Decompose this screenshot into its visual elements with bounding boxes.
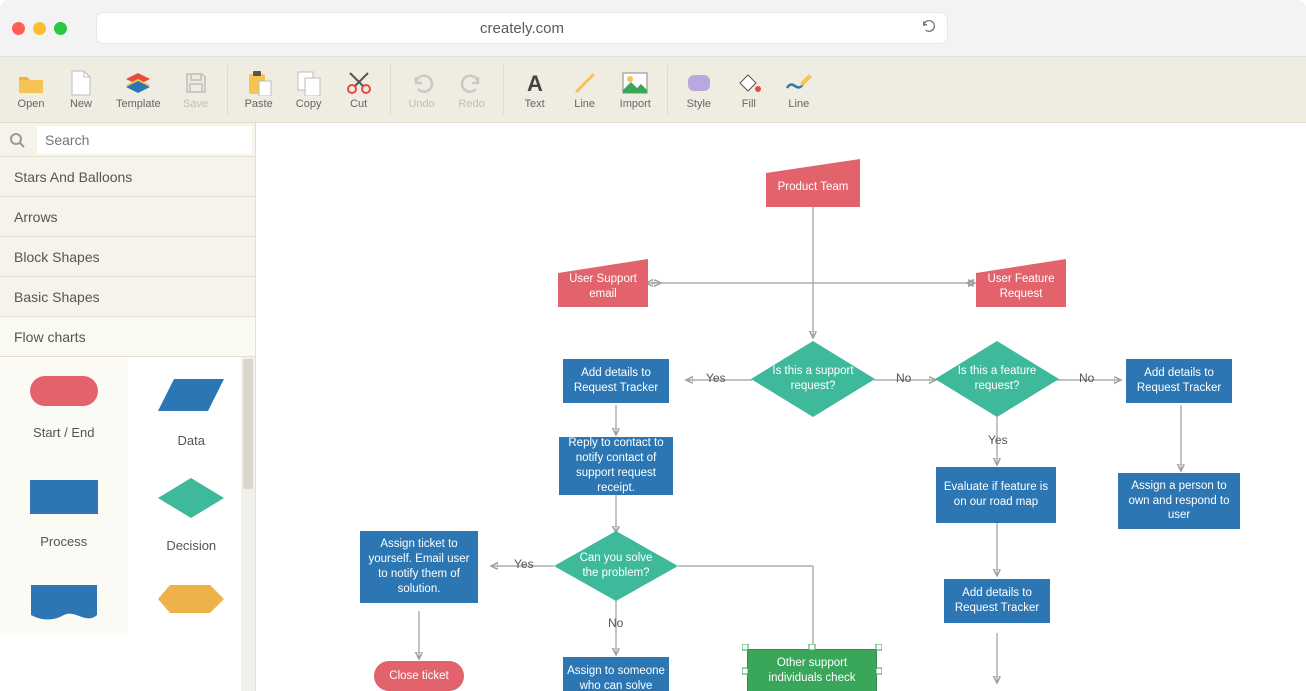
pencil-icon xyxy=(785,68,813,98)
diagram-canvas[interactable]: Product Team User Support email User Fea… xyxy=(256,123,1306,691)
toolbar-separator xyxy=(227,65,228,115)
node-assign-person[interactable]: Assign a person to own and respond to us… xyxy=(1118,473,1240,529)
node-is-support[interactable]: Is this a support request? xyxy=(751,341,875,417)
category-arrows[interactable]: Arrows xyxy=(0,197,255,237)
paste-icon xyxy=(246,68,272,98)
shape-decision[interactable]: Decision xyxy=(128,458,256,563)
copy-button[interactable]: Copy xyxy=(284,64,334,116)
category-stars[interactable]: Stars And Balloons xyxy=(0,157,255,197)
template-button[interactable]: Template xyxy=(106,64,171,116)
node-eval-feature[interactable]: Evaluate if feature is on our road map xyxy=(936,467,1056,523)
node-user-support[interactable]: User Support email xyxy=(558,259,648,307)
shape-palette: Start / End Data Process Decision xyxy=(0,357,255,691)
text-button[interactable]: A Text xyxy=(510,64,560,116)
line-icon xyxy=(573,68,597,98)
shape-start-end[interactable]: Start / End xyxy=(0,357,128,458)
style-button[interactable]: Style xyxy=(674,64,724,116)
scissors-icon xyxy=(346,68,372,98)
address-url: creately.com xyxy=(480,20,564,37)
node-assign-someone[interactable]: Assign to someone who can solve xyxy=(563,657,669,691)
shape-document[interactable] xyxy=(0,563,128,635)
open-button[interactable]: Open xyxy=(6,64,56,116)
cut-button[interactable]: Cut xyxy=(334,64,384,116)
browser-chrome: creately.com xyxy=(0,0,1306,57)
shape-process[interactable]: Process xyxy=(0,458,128,563)
edge-label-no: No xyxy=(896,371,911,385)
shape-data[interactable]: Data xyxy=(128,357,256,458)
toolbar-separator xyxy=(667,65,668,115)
undo-button[interactable]: Undo xyxy=(397,64,447,116)
edge-label-yes: Yes xyxy=(706,371,726,385)
document-icon xyxy=(70,68,92,98)
edge-label-no: No xyxy=(1079,371,1094,385)
import-button[interactable]: Import xyxy=(610,64,661,116)
line-style-button[interactable]: Line xyxy=(774,64,824,116)
edge-label-no: No xyxy=(608,616,623,630)
template-icon xyxy=(124,68,152,98)
copy-icon xyxy=(296,68,322,98)
fill-button[interactable]: Fill xyxy=(724,64,774,116)
reload-icon[interactable] xyxy=(921,18,937,38)
line-button[interactable]: Line xyxy=(560,64,610,116)
toolbar: Open New Template Save Paste Copy Cut Un… xyxy=(0,57,1306,123)
save-icon xyxy=(184,68,208,98)
style-icon xyxy=(686,68,712,98)
node-add-details-right[interactable]: Add details to Request Tracker xyxy=(1126,359,1232,403)
shape-search xyxy=(0,123,255,157)
palette-scrollbar[interactable] xyxy=(241,357,255,691)
save-button[interactable]: Save xyxy=(171,64,221,116)
node-is-feature[interactable]: Is this a feature request? xyxy=(935,341,1059,417)
node-can-solve[interactable]: Can you solve the problem? xyxy=(554,531,678,601)
shape-sidebar: Stars And Balloons Arrows Block Shapes B… xyxy=(0,123,256,691)
folder-icon xyxy=(17,68,45,98)
scrollbar-thumb[interactable] xyxy=(243,359,253,489)
category-flowcharts[interactable]: Flow charts xyxy=(0,317,255,357)
fill-icon xyxy=(736,68,762,98)
workspace: Stars And Balloons Arrows Block Shapes B… xyxy=(0,123,1306,691)
new-button[interactable]: New xyxy=(56,64,106,116)
toolbar-separator xyxy=(390,65,391,115)
text-icon: A xyxy=(524,68,546,98)
node-user-feature[interactable]: User Feature Request xyxy=(976,259,1066,307)
edge-label-yes: Yes xyxy=(514,557,534,571)
close-window-icon[interactable] xyxy=(12,22,25,35)
redo-icon xyxy=(460,68,484,98)
category-basic[interactable]: Basic Shapes xyxy=(0,277,255,317)
redo-button[interactable]: Redo xyxy=(447,64,497,116)
address-bar[interactable]: creately.com xyxy=(97,13,947,43)
search-input[interactable] xyxy=(37,126,252,154)
window-controls xyxy=(12,22,67,35)
node-assign-ticket[interactable]: Assign ticket to yourself. Email user to… xyxy=(360,531,478,603)
toolbar-separator xyxy=(503,65,504,115)
node-close-ticket[interactable]: Close ticket xyxy=(374,661,464,691)
svg-text:A: A xyxy=(527,72,543,94)
paste-button[interactable]: Paste xyxy=(234,64,284,116)
undo-icon xyxy=(410,68,434,98)
node-other-support[interactable]: Other support individuals check xyxy=(747,649,877,691)
node-reply-contact[interactable]: Reply to contact to notify contact of su… xyxy=(559,437,673,495)
node-product-team[interactable]: Product Team xyxy=(766,159,860,207)
search-icon[interactable] xyxy=(0,132,34,148)
node-add-details-bottom[interactable]: Add details to Request Tracker xyxy=(944,579,1050,623)
zoom-window-icon[interactable] xyxy=(54,22,67,35)
import-icon xyxy=(622,68,648,98)
category-block[interactable]: Block Shapes xyxy=(0,237,255,277)
edge-label-yes: Yes xyxy=(988,433,1008,447)
minimize-window-icon[interactable] xyxy=(33,22,46,35)
shape-display[interactable] xyxy=(128,563,256,635)
node-add-details-left[interactable]: Add details to Request Tracker xyxy=(563,359,669,403)
